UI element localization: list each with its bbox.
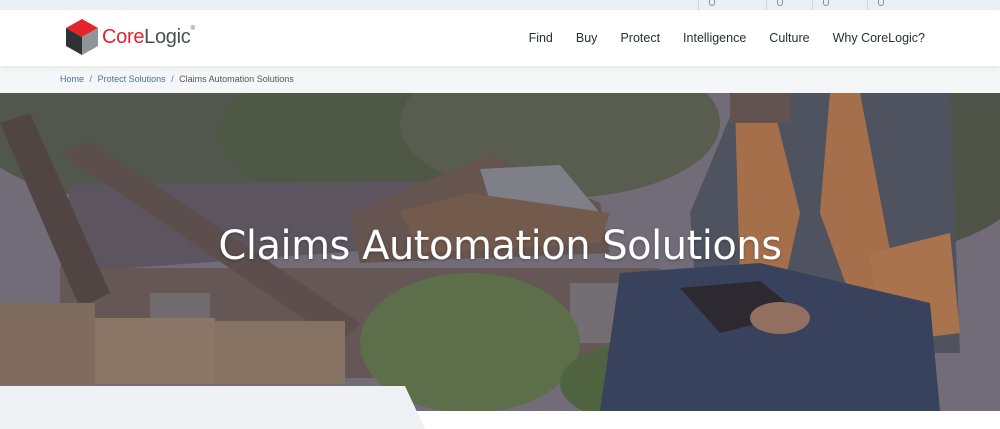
main-nav: Find Buy Protect Intelligence Culture Wh… — [506, 10, 925, 66]
brand-name-core: Core — [102, 25, 145, 48]
brand-wordmark: CoreLogic® — [102, 26, 195, 49]
breadcrumb: Home / Protect Solutions / Claims Automa… — [0, 66, 1000, 93]
hero-bottom-tab — [0, 386, 425, 429]
nav-item-why-corelogic[interactable]: Why CoreLogic? — [833, 31, 925, 45]
hero-banner: Claims Automation Solutions — [0, 93, 1000, 411]
breadcrumb-separator: / — [171, 74, 174, 84]
nav-item-buy[interactable]: Buy — [576, 31, 598, 45]
breadcrumb-separator: / — [89, 74, 93, 84]
hero-title: Claims Automation Solutions — [218, 223, 782, 269]
nav-item-find[interactable]: Find — [529, 31, 553, 45]
site-header: CoreLogic® Find Buy Protect Intelligence… — [0, 10, 1000, 66]
utility-bar — [0, 0, 1000, 10]
registered-mark: ® — [190, 25, 195, 32]
corelogic-logo[interactable]: CoreLogic® — [66, 18, 195, 56]
breadcrumb-current: Claims Automation Solutions — [179, 74, 294, 84]
breadcrumb-home[interactable]: Home — [60, 74, 84, 84]
globe-icon[interactable] — [766, 0, 812, 10]
corelogic-cube-icon — [66, 19, 98, 55]
nav-item-culture[interactable]: Culture — [769, 31, 809, 45]
breadcrumb-protect-solutions[interactable]: Protect Solutions — [98, 74, 166, 84]
support-icon[interactable] — [698, 0, 766, 10]
brand-name-logic: Logic — [144, 25, 191, 48]
login-icon[interactable] — [867, 0, 927, 10]
nav-item-protect[interactable]: Protect — [620, 31, 660, 45]
contact-icon[interactable] — [812, 0, 867, 10]
nav-item-intelligence[interactable]: Intelligence — [683, 31, 746, 45]
